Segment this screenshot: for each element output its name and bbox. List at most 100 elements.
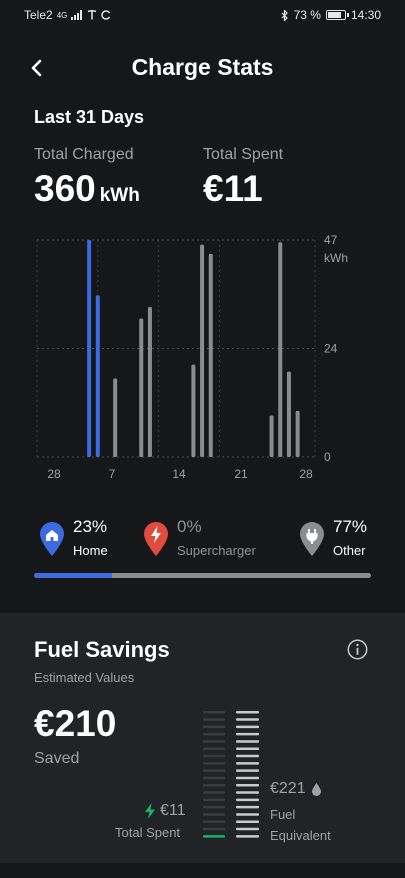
period-label: Last 31 Days xyxy=(34,107,145,127)
total-charged-value: 360 kWh xyxy=(34,168,140,210)
carrier-name: Tele2 xyxy=(24,8,53,22)
charged-unit: kWh xyxy=(99,185,140,206)
spent-gauge-segment-empty xyxy=(203,798,225,802)
spent-gauge-segment-empty xyxy=(203,769,225,772)
chart-bar-other xyxy=(113,378,118,457)
x-tick-label: 21 xyxy=(234,467,248,481)
supercharger-percent: 0% xyxy=(177,517,202,536)
sync-icon xyxy=(101,10,111,20)
chart-bar-other xyxy=(286,371,291,457)
spent-gauge-segment-empty xyxy=(203,805,225,809)
other-percent: 77% xyxy=(333,517,368,536)
fuel-label-line2: Equivalent xyxy=(270,828,331,843)
bottom-band xyxy=(0,863,405,878)
spent-gauge-segment-empty xyxy=(203,718,225,721)
header: Charge Stats xyxy=(0,50,405,86)
info-icon[interactable] xyxy=(347,639,368,660)
spent-gauge-segment-empty xyxy=(203,740,225,743)
fuel-gauge-segment-filled xyxy=(236,740,259,743)
status-bar: Tele2 4G 73 % 14:30 xyxy=(0,0,405,30)
legend-home: 23% Home xyxy=(38,517,148,561)
spent-amount: €11 xyxy=(144,802,186,820)
fuel-gauge-segment-filled xyxy=(236,725,259,729)
fuel-savings-subtitle: Estimated Values xyxy=(34,670,135,685)
spent-gauge-segment-empty xyxy=(203,754,225,758)
supercharger-label: Supercharger xyxy=(177,543,256,558)
fuel-gauge-segment-filled xyxy=(236,718,259,721)
x-tick-label: 14 xyxy=(172,467,186,481)
spent-gauge-segment-empty xyxy=(203,827,225,831)
fuel-label-line1: Fuel xyxy=(270,807,296,822)
spent-gauge-segment-empty xyxy=(203,747,225,750)
x-tick-label: 28 xyxy=(47,467,61,481)
spent-gauge-segment-empty xyxy=(203,784,225,787)
bluetooth-icon xyxy=(281,9,288,21)
total-spent-value: €11 xyxy=(203,168,263,210)
fuel-gauge-segment-filled xyxy=(236,835,259,838)
home-percent: 23% xyxy=(73,517,108,536)
fuel-gauge-segment-filled xyxy=(236,754,259,758)
signal-icon xyxy=(71,10,83,20)
y-axis-unit: kWh xyxy=(324,251,348,265)
battery-level xyxy=(327,12,341,18)
fuel-comparison-gauge xyxy=(203,711,259,838)
chart-bar-other xyxy=(200,244,205,457)
spent-gauge-segment-empty xyxy=(203,732,225,736)
fuel-gauge-segment-filled xyxy=(236,784,259,787)
chart-bar-home xyxy=(95,295,100,457)
spent-gauge-segment-empty xyxy=(203,791,225,794)
fuel-gauge-segment-filled xyxy=(236,732,259,736)
fuel-gauge-segment-filled xyxy=(236,820,259,823)
home-label: Home xyxy=(73,543,108,558)
fuel-amount: €221 xyxy=(270,780,321,798)
x-tick-label: 28 xyxy=(299,467,313,481)
fuel-gauge-segment-filled xyxy=(236,805,259,809)
chart-bar-other xyxy=(208,253,213,457)
fuel-amount-value: €221 xyxy=(270,780,306,797)
status-right: 73 % 14:30 xyxy=(281,8,381,22)
chart-bar-home xyxy=(87,240,92,457)
battery-percent: 73 % xyxy=(293,8,321,22)
plug-pin-icon xyxy=(300,522,324,556)
status-left: Tele2 4G xyxy=(24,8,111,22)
network-type: 4G xyxy=(56,10,68,20)
fuel-label: Fuel Equivalent xyxy=(270,804,331,846)
fuel-gauge-segment-filled xyxy=(236,798,259,802)
tesla-app-icon xyxy=(88,10,97,20)
spent-gauge-segment-empty xyxy=(203,762,225,765)
fuel-savings-card: Fuel Savings Estimated Values €210 Saved… xyxy=(0,613,405,863)
lightning-pin-icon xyxy=(144,522,168,556)
charged-number: 360 xyxy=(34,168,96,209)
fuel-gauge-segment-filled xyxy=(236,762,259,765)
chart-bar-other xyxy=(295,410,300,457)
chart-bar-other xyxy=(139,318,144,457)
fuel-gauge-segment-filled xyxy=(236,776,259,780)
chart-bar-other xyxy=(269,415,274,457)
fuel-gauge-segment-filled xyxy=(236,711,259,714)
home-pin-icon xyxy=(40,522,64,556)
total-spent-label: Total Spent xyxy=(203,146,284,163)
spent-label: Total Spent xyxy=(115,825,181,840)
spent-gauge-segment-empty xyxy=(203,820,225,823)
share-bar-home xyxy=(34,573,112,578)
legend-other: 77% Other xyxy=(298,517,378,561)
saved-value: €210 xyxy=(34,703,117,744)
chart-bar-other xyxy=(278,242,283,457)
spent-gauge-segment-filled xyxy=(203,835,225,838)
fuel-savings-title: Fuel Savings xyxy=(34,637,170,662)
fuel-drop-icon xyxy=(311,782,321,796)
y-tick-label: 47 xyxy=(324,233,338,247)
y-tick-label: 24 xyxy=(324,342,338,356)
spent-gauge-segment-empty xyxy=(203,813,225,816)
other-label: Other xyxy=(333,543,366,558)
fuel-gauge-segment-filled xyxy=(236,769,259,772)
chart-bar-other xyxy=(191,364,196,457)
fuel-gauge-segment-filled xyxy=(236,813,259,816)
battery-icon xyxy=(325,10,349,20)
spent-amount-value: €11 xyxy=(160,802,186,819)
y-tick-label: 0 xyxy=(324,450,331,464)
spent-gauge-segment-empty xyxy=(203,711,225,714)
legend-supercharger: 0% Supercharger xyxy=(142,517,282,561)
page-title: Charge Stats xyxy=(131,54,274,80)
fuel-gauge-segment-filled xyxy=(236,827,259,831)
